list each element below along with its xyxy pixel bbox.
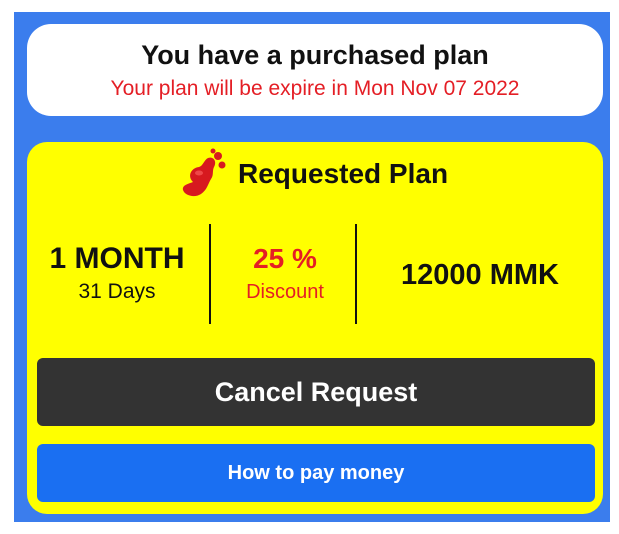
plan-header: Requested Plan xyxy=(27,142,603,204)
how-to-pay-button[interactable]: How to pay money xyxy=(37,444,595,502)
plan-discount-value: 25 % xyxy=(253,243,317,274)
plan-duration-main: 1 MONTH xyxy=(49,242,185,275)
red-blob-logo-icon xyxy=(182,148,226,197)
cancel-request-button[interactable]: Cancel Request xyxy=(37,358,595,426)
requested-plan-card: Requested Plan 1 MONTH 31 Days 25 % Disc… xyxy=(27,142,603,514)
plan-price-value: 12000 MMK xyxy=(401,259,559,291)
plan-duration: 1 MONTH 31 Days xyxy=(27,224,207,324)
plan-price: 12000 MMK xyxy=(357,224,603,324)
purchased-plan-title: You have a purchased plan xyxy=(141,40,489,70)
purchased-plan-card: You have a purchased plan Your plan will… xyxy=(27,24,603,116)
plan-discount: 25 % Discount xyxy=(215,224,355,324)
plan-duration-days: 31 Days xyxy=(78,280,156,303)
plan-discount-label: Discount xyxy=(246,281,324,303)
column-divider xyxy=(209,224,211,324)
plan-header-title: Requested Plan xyxy=(238,158,449,189)
plan-expiry-text: Your plan will be expire in Mon Nov 07 2… xyxy=(110,77,520,100)
